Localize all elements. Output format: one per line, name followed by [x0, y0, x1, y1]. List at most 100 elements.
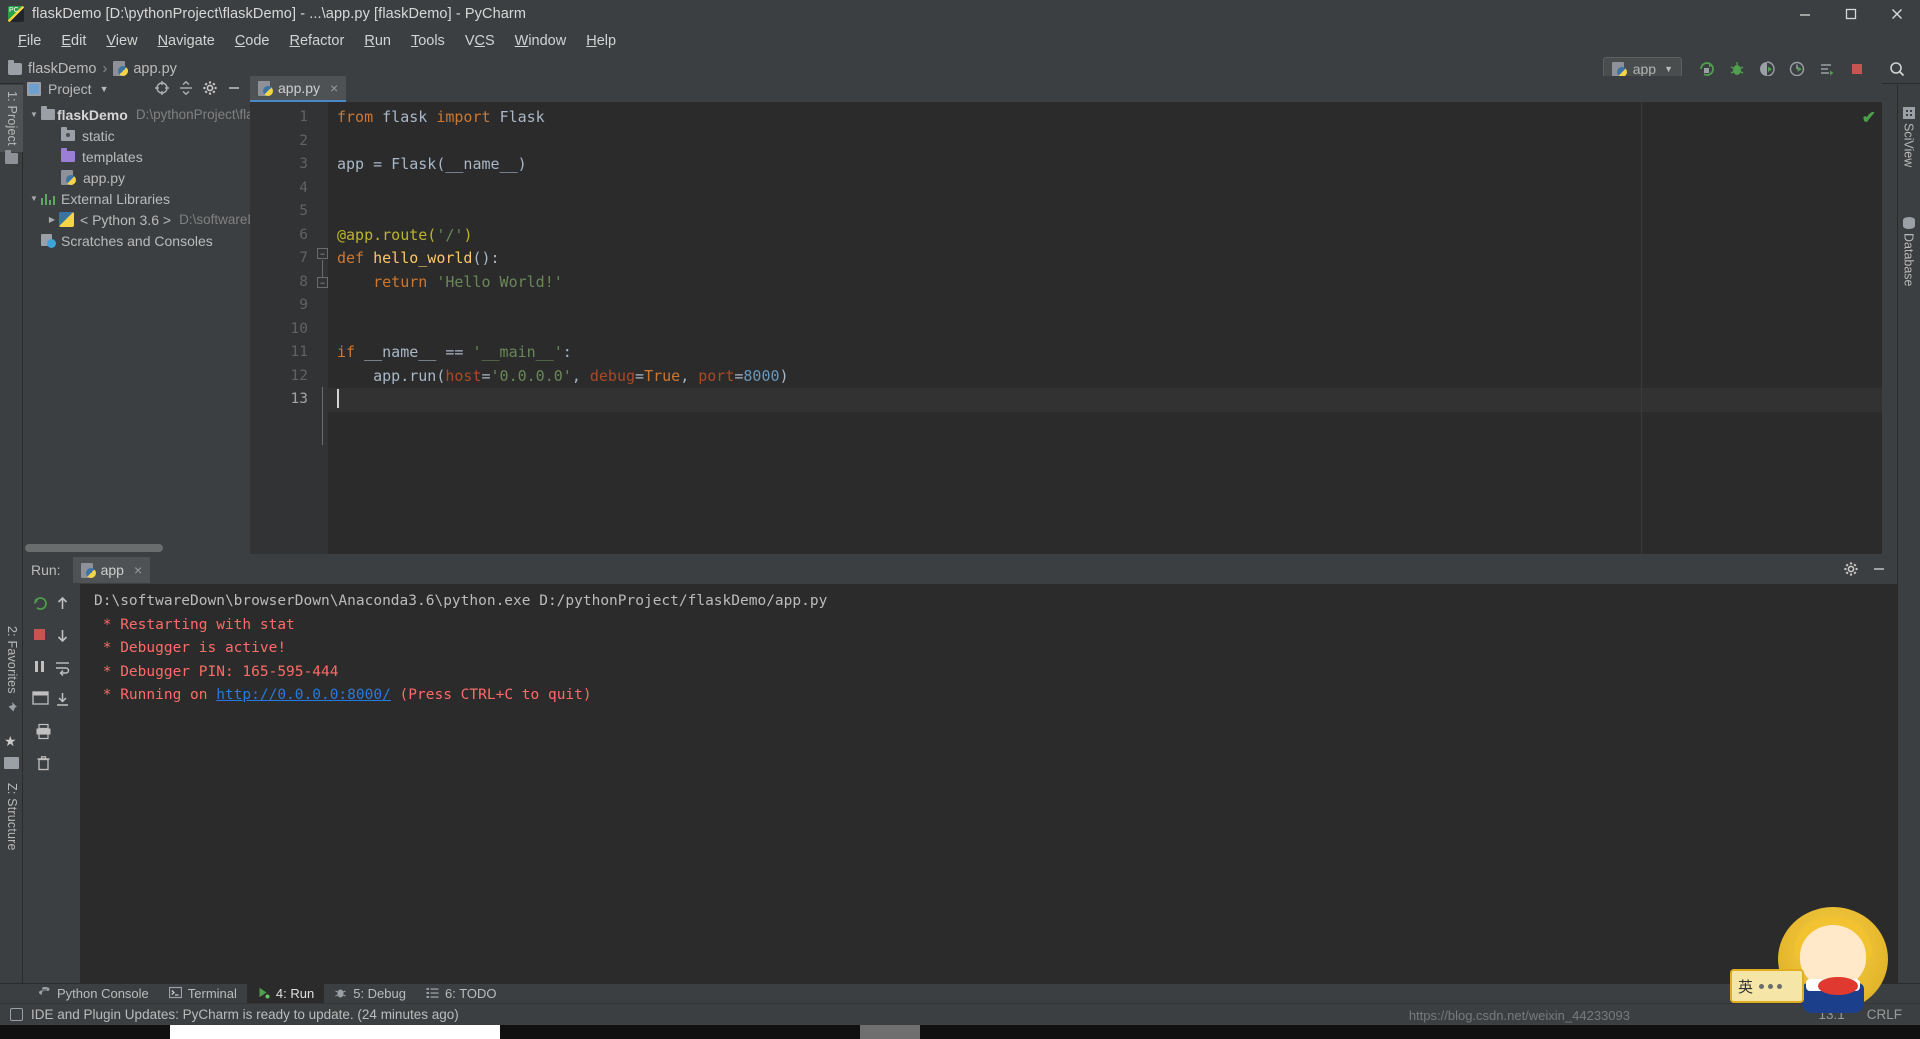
down-arrow-icon[interactable]: [54, 627, 71, 649]
sidebar-tab-project[interactable]: 1: Project: [0, 85, 23, 152]
tree-node-scratches[interactable]: Scratches and Consoles: [23, 230, 250, 251]
python-file-icon: [80, 562, 96, 578]
fold-end-icon[interactable]: −: [317, 277, 328, 288]
breadcrumb: flaskDemo › app.py: [8, 59, 177, 77]
search-everywhere-button[interactable]: [1884, 56, 1910, 82]
minimize-button[interactable]: [1782, 0, 1828, 28]
os-taskbar: [0, 1025, 1920, 1039]
console-line: * Restarting with stat: [94, 616, 295, 633]
run-configuration-label: app: [1632, 61, 1657, 77]
menu-navigate[interactable]: Navigate: [148, 31, 225, 51]
expand-arrow-icon[interactable]: ▼: [27, 110, 41, 119]
tree-node-flaskdemo[interactable]: ▼ flaskDemo D:\pythonProject\fla: [23, 104, 250, 125]
stop-icon[interactable]: [32, 627, 47, 649]
settings-gear-icon[interactable]: [1843, 561, 1859, 580]
editor-gutter[interactable]: 1 2 3 4 5 6 7 8 9 10 11 12 13: [250, 102, 334, 554]
line-number: 11: [250, 341, 334, 365]
console-line: D:\softwareDown\browserDown\Anaconda3.6\…: [94, 593, 828, 609]
pin-icon[interactable]: [4, 701, 18, 720]
window-mini-icon[interactable]: [4, 757, 19, 769]
rerun-icon[interactable]: [32, 595, 49, 617]
code-line-3: app = Flask(__name__): [337, 155, 527, 173]
status-message[interactable]: IDE and Plugin Updates: PyCharm is ready…: [31, 1007, 459, 1022]
menu-code[interactable]: Code: [225, 31, 280, 51]
code-line-1: from flask import Flask: [337, 108, 545, 126]
project-tree[interactable]: ▼ flaskDemo D:\pythonProject\fla static …: [23, 102, 250, 540]
hide-panel-icon[interactable]: [226, 80, 242, 99]
run-console-output[interactable]: D:\softwareDown\browserDown\Anaconda3.6\…: [80, 584, 1897, 983]
collapse-all-icon[interactable]: [178, 80, 194, 99]
soft-wrap-icon[interactable]: [54, 659, 71, 681]
python-file-icon: [113, 61, 129, 76]
tree-node-templates[interactable]: templates: [23, 146, 250, 167]
code-text-area[interactable]: from flask import Flask app = Flask(__na…: [328, 102, 1882, 554]
menu-bar: File Edit View Navigate Code Refactor Ru…: [0, 28, 1920, 54]
run-window-sidebar: [23, 584, 80, 983]
project-panel-actions: [154, 80, 246, 99]
tree-node-external-libraries[interactable]: ▼ External Libraries: [23, 188, 250, 209]
print-icon[interactable]: [35, 723, 52, 745]
breadcrumb-project[interactable]: flaskDemo: [28, 61, 97, 77]
run-tab-app[interactable]: app ×: [72, 557, 151, 583]
fold-collapse-icon[interactable]: −: [317, 248, 328, 259]
menu-tools[interactable]: Tools: [401, 31, 455, 51]
run-tool-window: Run: app × D:\softwareDown\browserDown\A…: [23, 556, 1897, 983]
bottom-tab-terminal[interactable]: Terminal: [159, 984, 247, 1004]
up-arrow-icon[interactable]: [54, 595, 71, 617]
tree-node-python-sdk[interactable]: ▶ < Python 3.6 > D:\softwareD: [23, 209, 250, 230]
bottom-tab-debug[interactable]: 5: Debug: [324, 984, 416, 1004]
run-window-mini-icon[interactable]: [32, 691, 49, 713]
pause-icon[interactable]: [32, 659, 47, 681]
menu-file[interactable]: File: [8, 31, 51, 51]
menu-refactor[interactable]: Refactor: [280, 31, 355, 51]
taskbar-segment-active[interactable]: [170, 1025, 500, 1039]
breadcrumb-file[interactable]: app.py: [133, 61, 177, 77]
close-icon[interactable]: ×: [134, 562, 142, 578]
gear-icon[interactable]: [202, 80, 218, 99]
star-icon[interactable]: ★: [4, 733, 17, 750]
caret-position[interactable]: 13:1: [1818, 1007, 1844, 1022]
menu-view[interactable]: View: [96, 31, 147, 51]
editor-fold-strip[interactable]: − −: [316, 102, 328, 554]
maximize-button[interactable]: [1828, 0, 1874, 28]
console-text-before: * Running on: [94, 687, 217, 703]
collapse-arrow-icon[interactable]: ▶: [45, 215, 59, 224]
sidebar-tab-favorites[interactable]: 2: Favorites: [0, 620, 23, 700]
sidebar-tab-sciview[interactable]: SciView: [1897, 103, 1920, 171]
tree-label: Scratches and Consoles: [61, 232, 213, 249]
trash-icon[interactable]: [35, 755, 52, 777]
python-config-icon: [1611, 61, 1627, 77]
menu-edit[interactable]: Edit: [51, 31, 96, 51]
tree-node-app-py[interactable]: app.py: [23, 167, 250, 188]
tree-node-static[interactable]: static: [23, 125, 250, 146]
taskbar-segment[interactable]: [860, 1025, 920, 1039]
scroll-to-end-icon[interactable]: [54, 691, 71, 713]
line-number: 7: [299, 250, 308, 266]
menu-window[interactable]: Window: [505, 31, 577, 51]
bottom-tab-python-console[interactable]: Python Console: [28, 984, 159, 1004]
run-window-label: Run:: [31, 562, 61, 578]
sidebar-tab-sciview-label: SciView: [1901, 123, 1916, 168]
bottom-tab-run[interactable]: 4: Run: [246, 983, 325, 1004]
menu-vcs[interactable]: VCS: [455, 31, 505, 51]
menu-run[interactable]: Run: [354, 31, 401, 51]
menu-help[interactable]: Help: [576, 31, 626, 51]
inspection-status-icon[interactable]: ✔: [1862, 108, 1876, 128]
editor-tab-app-py[interactable]: app.py ×: [250, 76, 347, 102]
hide-window-icon[interactable]: [1871, 561, 1887, 580]
target-icon[interactable]: [154, 80, 170, 99]
chevron-down-icon[interactable]: ▼: [100, 84, 109, 94]
sidebar-tab-database[interactable]: Database: [1897, 213, 1920, 291]
project-panel-horizontal-scrollbar[interactable]: [25, 544, 163, 552]
bottom-tab-todo[interactable]: 6: TODO: [416, 984, 507, 1004]
notification-icon[interactable]: [10, 1008, 23, 1021]
grid-icon: [1902, 107, 1915, 119]
sidebar-tab-structure[interactable]: Z: Structure: [0, 777, 23, 857]
expand-arrow-icon[interactable]: ▼: [27, 194, 41, 203]
close-icon[interactable]: ×: [330, 80, 338, 96]
console-link-url[interactable]: http://0.0.0.0:8000/: [216, 687, 391, 703]
close-button[interactable]: [1874, 0, 1920, 28]
project-folder-mini-icon[interactable]: [5, 150, 18, 164]
line-separator[interactable]: CRLF: [1867, 1007, 1902, 1022]
console-text-after: (Press CTRL+C to quit): [390, 687, 592, 703]
